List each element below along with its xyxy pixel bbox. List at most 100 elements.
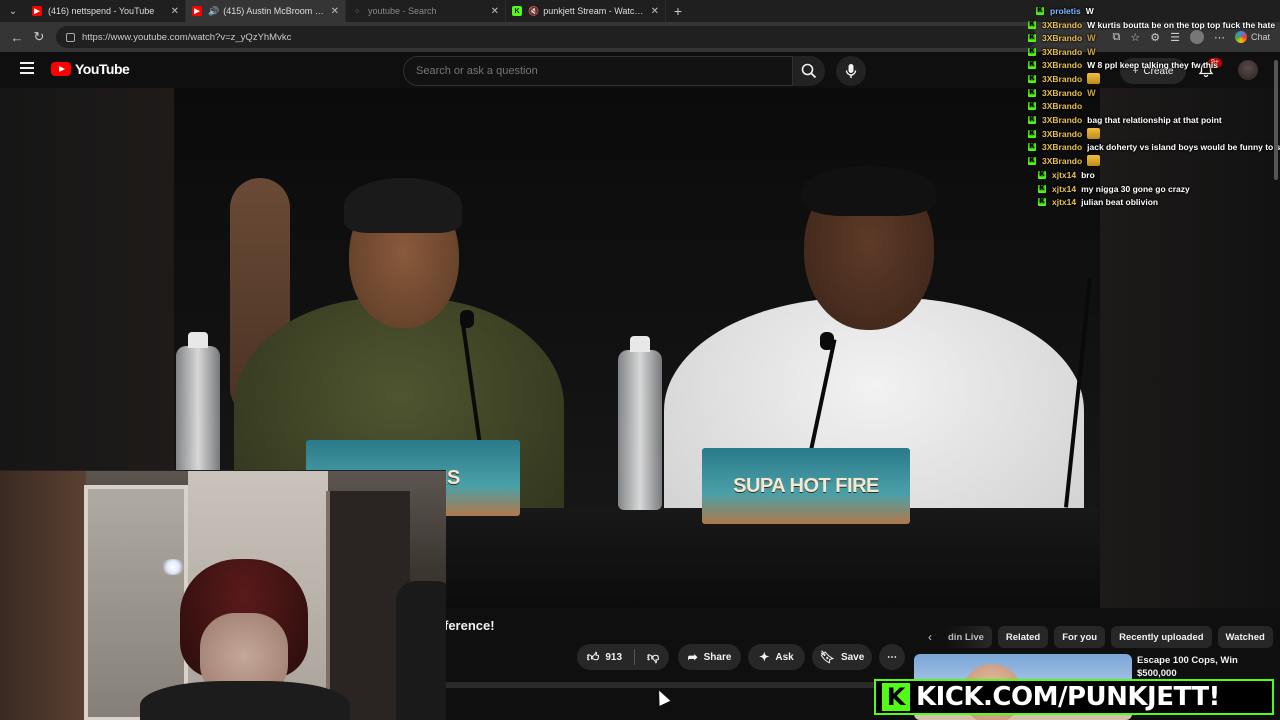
close-icon[interactable]: ✕ xyxy=(171,6,179,17)
voice-search-button[interactable] xyxy=(836,56,866,86)
microphone-head xyxy=(820,332,834,350)
tab-search-menu-icon[interactable]: ⌄ xyxy=(0,0,26,22)
more-horizontal-icon: ⋯ xyxy=(887,651,897,663)
like-dislike-group: 👍︎ 913 👎︎ xyxy=(577,644,669,670)
person-left-durag xyxy=(344,178,462,233)
kick-badge-icon: K xyxy=(1028,60,1036,69)
close-icon[interactable]: ✕ xyxy=(651,6,659,17)
chat-username: 3XBrando xyxy=(1042,87,1083,98)
thumbs-down-icon[interactable]: 👎︎ xyxy=(647,650,659,665)
thumbs-up-icon[interactable]: 👍︎ xyxy=(587,650,600,665)
kick-badge-icon: K xyxy=(1028,33,1036,42)
search-input[interactable] xyxy=(403,56,793,86)
save-button[interactable]: 🔖︎ Save xyxy=(812,644,872,670)
w-emote-icon: W xyxy=(1087,32,1096,43)
chevron-left-icon[interactable]: ‹ xyxy=(922,630,938,644)
chat-message: K 3XBrando jack doherty vs island boys w… xyxy=(1028,140,1280,153)
divider xyxy=(634,649,636,665)
chat-username: xjtx14 xyxy=(1052,196,1077,207)
chat-username: 3XBrando xyxy=(1042,128,1083,139)
chat-text: W kurtis boutta be on the top top fuck t… xyxy=(1087,19,1276,30)
chat-username: 3XBrando xyxy=(1042,46,1083,57)
chat-username: xjtx14 xyxy=(1052,169,1077,180)
site-info-icon[interactable] xyxy=(66,32,75,42)
chat-text: bro xyxy=(1081,169,1095,180)
kick-badge-icon: K xyxy=(1036,6,1044,15)
reload-icon[interactable]: ↻ xyxy=(28,26,50,48)
w-emote-icon: W xyxy=(1087,46,1096,57)
ask-label: Ask xyxy=(775,651,794,663)
kick-badge-icon: K xyxy=(1028,20,1036,29)
kick-badge-icon: K xyxy=(1038,184,1046,193)
kick-promo-banner: K KICK.COM/PUNKJETT! xyxy=(874,679,1274,715)
chat-message: K 3XBrando W kurtis boutta be on the top… xyxy=(1028,18,1275,31)
water-bottle xyxy=(618,336,662,510)
chip-watched[interactable]: Watched xyxy=(1217,626,1273,648)
search-button[interactable] xyxy=(793,56,825,86)
tab-punkjett-stream[interactable]: K 🔇 punkjett Stream - Watch Live ✕ xyxy=(506,0,666,22)
ask-button[interactable]: ✦ Ask xyxy=(748,644,805,670)
chip-recently-uploaded[interactable]: Recently uploaded xyxy=(1111,626,1212,648)
ceiling-light xyxy=(160,559,186,575)
search-icon xyxy=(801,63,817,79)
more-actions-button[interactable]: ⋯ xyxy=(879,644,905,670)
page-scrollbar[interactable] xyxy=(1274,60,1278,180)
chat-username: 3XBrando xyxy=(1042,19,1083,30)
speaker-muted-icon[interactable]: 🔇 xyxy=(528,6,539,17)
gaming-chair xyxy=(396,581,446,720)
tab-title: youtube - Search xyxy=(368,6,437,16)
menu-icon[interactable] xyxy=(20,62,34,74)
share-button[interactable]: ➦ Share xyxy=(678,644,741,670)
chat-message: K 3XBrando xyxy=(1028,72,1101,85)
close-icon[interactable]: ✕ xyxy=(491,6,499,17)
webcam-overlay xyxy=(0,470,446,720)
like-count[interactable]: 913 xyxy=(605,652,622,663)
chat-message: K proletis W xyxy=(1036,4,1094,17)
url-text: https://www.youtube.com/watch?v=z_yQzYhM… xyxy=(82,31,292,43)
tab-youtube-search[interactable]: ○ youtube - Search ✕ xyxy=(346,0,506,22)
video-title: ference! xyxy=(444,618,495,633)
recommended-video-title[interactable]: Escape 100 Cops, Win $500,000 xyxy=(1137,654,1267,680)
back-arrow-icon[interactable]: ← xyxy=(6,26,28,48)
address-bar[interactable]: https://www.youtube.com/watch?v=z_yQzYhM… xyxy=(56,26,1036,48)
chip-related[interactable]: Related xyxy=(997,626,1049,648)
speaker-icon[interactable]: 🔊 xyxy=(208,6,219,17)
kick-badge-icon: K xyxy=(1028,88,1036,97)
chip-for-you[interactable]: For you xyxy=(1054,626,1106,648)
tab-austin-mcbroom[interactable]: ▶ 🔊 (415) Austin McBroom & FaZe ✕ xyxy=(186,0,346,22)
search-icon: ○ xyxy=(354,7,360,15)
youtube-logo-text: YouTube xyxy=(75,61,130,77)
youtube-icon: ▶ xyxy=(192,6,202,16)
chat-username: 3XBrando xyxy=(1042,59,1083,70)
save-label: Save xyxy=(840,651,865,663)
kick-badge-icon: K xyxy=(1028,156,1036,165)
tab-title: punkjett Stream - Watch Live xyxy=(543,6,647,16)
tab-nettspend[interactable]: ▶ (416) nettspend - YouTube ✕ xyxy=(26,0,186,22)
description-box-edge xyxy=(444,682,924,688)
new-tab-button[interactable]: + xyxy=(666,3,690,19)
chat-text: W 8 ppl keep talking they fw this xyxy=(1087,59,1218,70)
tab-title: (416) nettspend - YouTube xyxy=(48,6,155,16)
kick-logo-icon: K xyxy=(882,683,910,711)
kick-badge-icon: K xyxy=(1038,197,1046,206)
tab-title: (415) Austin McBroom & FaZe xyxy=(223,6,326,16)
youtube-icon: ▶ xyxy=(32,6,42,16)
kick-badge-icon: K xyxy=(1028,47,1036,56)
bookshelf xyxy=(0,471,86,720)
chip-live[interactable]: din Live xyxy=(944,626,992,648)
youtube-logo[interactable]: YouTube xyxy=(51,61,130,77)
chat-text: W xyxy=(1085,5,1094,16)
share-arrow-icon: ➦ xyxy=(687,650,698,664)
close-icon[interactable]: ✕ xyxy=(331,6,339,17)
chat-username: 3XBrando xyxy=(1042,32,1083,43)
chat-text: jack doherty vs island boys would be fun… xyxy=(1087,141,1280,152)
chat-username: 3XBrando xyxy=(1042,73,1083,84)
chat-username: 3XBrando xyxy=(1042,100,1083,111)
kick-badge-icon: K xyxy=(1028,74,1036,83)
chat-username: 3XBrando xyxy=(1042,141,1083,152)
kick-badge-icon: K xyxy=(1028,101,1036,110)
kick-icon: K xyxy=(512,6,522,16)
chat-message: K 3XBrando xyxy=(1028,99,1087,112)
chat-text: my nigga 30 gone go crazy xyxy=(1081,183,1190,194)
related-chips: ‹ din Live Related For you Recently uplo… xyxy=(922,626,1273,648)
